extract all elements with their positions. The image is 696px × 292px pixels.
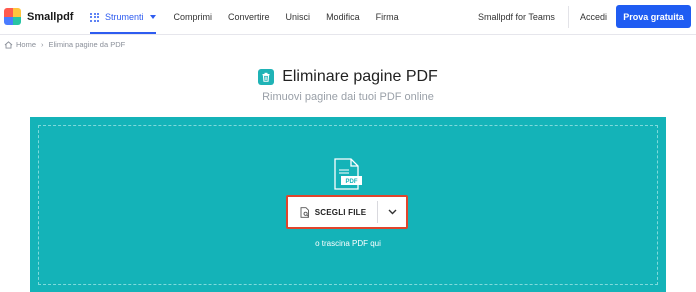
tools-menu-label: Strumenti <box>105 12 144 22</box>
choose-file-control: SCEGLI FILE <box>286 195 408 229</box>
nav-item-convertire[interactable]: Convertire <box>228 12 270 22</box>
breadcrumb-separator-icon: › <box>41 40 44 49</box>
free-trial-button[interactable]: Prova gratuita <box>616 5 691 28</box>
choose-source-dropdown[interactable] <box>379 199 405 225</box>
breadcrumb-home[interactable]: Home <box>16 40 36 49</box>
choose-file-divider <box>377 201 378 223</box>
smallpdf-logo-icon <box>4 8 21 25</box>
page-subtitle: Rimuovi pagine dai tuoi PDF online <box>262 91 434 103</box>
breadcrumb: Home › Elimina pagine da PDF <box>4 40 125 49</box>
nav-item-modifica[interactable]: Modifica <box>326 12 360 22</box>
page-title: Eliminare pagine PDF <box>282 68 438 85</box>
choose-file-label: SCEGLI FILE <box>314 207 367 217</box>
nav-item-unisci[interactable]: Unisci <box>286 12 311 22</box>
brand-logo[interactable]: Smallpdf <box>4 8 73 25</box>
top-navbar: Smallpdf Strumenti Comprimi Convertire U… <box>0 0 696 35</box>
chevron-down-icon <box>388 209 396 215</box>
page-header: Eliminare pagine PDF <box>0 68 696 86</box>
main-nav: Strumenti Comprimi Convertire Unisci Mod… <box>90 0 415 34</box>
breadcrumb-current: Elimina pagine da PDF <box>48 40 126 49</box>
file-search-icon <box>300 206 309 218</box>
home-icon <box>4 40 13 49</box>
caret-down-icon <box>149 15 156 19</box>
tools-menu-button[interactable]: Strumenti <box>90 0 156 34</box>
grid-icon <box>90 12 99 22</box>
pdf-file-icon: PDF <box>334 158 362 190</box>
trash-icon <box>258 69 275 85</box>
nav-divider <box>568 6 569 28</box>
pdf-file-icon-label: PDF <box>346 179 358 185</box>
brand-name: Smallpdf <box>27 10 74 23</box>
choose-file-button[interactable]: SCEGLI FILE <box>290 199 376 225</box>
teams-link[interactable]: Smallpdf for Teams <box>478 12 555 22</box>
nav-item-comprimi[interactable]: Comprimi <box>174 12 213 22</box>
login-link[interactable]: Accedi <box>580 12 607 22</box>
drop-hint: o trascina PDF qui <box>315 239 381 248</box>
nav-item-firma[interactable]: Firma <box>376 12 399 22</box>
